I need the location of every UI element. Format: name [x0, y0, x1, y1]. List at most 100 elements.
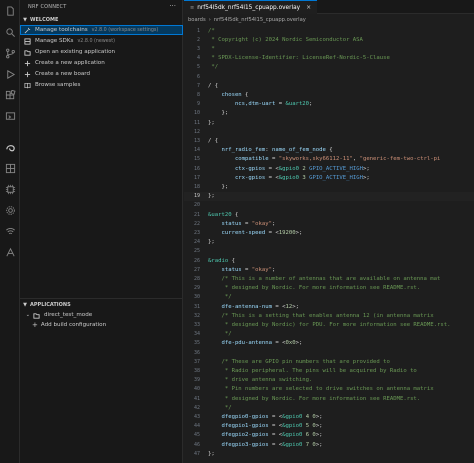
code-token: * designed by Nordic. For more informati…: [208, 395, 421, 402]
code-line[interactable]: 42 */: [184, 403, 474, 412]
chevron-down-icon: ▼: [23, 301, 27, 308]
remote-icon[interactable]: [4, 110, 16, 122]
code-line[interactable]: 40 * Pin numbers are selected to drive s…: [184, 385, 474, 394]
code-token: chosen: [208, 91, 242, 98]
manage-sdks-item[interactable]: Manage SDKs v2.8.0 (newest): [20, 36, 183, 46]
code-line[interactable]: 18 };: [184, 182, 474, 191]
code-line[interactable]: 37 /* These are GPIO pin numbers that ar…: [184, 357, 474, 366]
add-build-config-item[interactable]: + Add build configuration: [20, 320, 183, 330]
code-line[interactable]: 36: [184, 348, 474, 357]
code-line[interactable]: 19};: [184, 191, 474, 201]
code-line[interactable]: 30 */: [184, 293, 474, 302]
code-text: };: [204, 184, 228, 190]
code-line[interactable]: 10 };: [184, 109, 474, 118]
code-line[interactable]: 33 * designed by Nordic) for PDU. For mo…: [184, 320, 474, 329]
file-icon: ≡: [190, 4, 195, 11]
code-line[interactable]: 2 * Copyright (c) 2024 Nordic Semiconduc…: [184, 35, 474, 44]
code-line[interactable]: 35 dfe-pdu-antenna = <0x0>;: [184, 339, 474, 348]
code-line[interactable]: 29 * designed by Nordic. For more inform…: [184, 284, 474, 293]
code-line[interactable]: 46 dfegpio3-gpios = <&gpio0 7 0>;: [184, 440, 474, 449]
code-token: ctx-gpios: [208, 165, 266, 172]
terminal-icon[interactable]: [4, 246, 16, 258]
application-item[interactable]: ⌄ direct_test_mode: [20, 310, 183, 320]
code-line[interactable]: 9 ncs,dtm-uart = &uart20;: [184, 100, 474, 109]
code-line[interactable]: 39 * drive antenna switching.: [184, 376, 474, 385]
code-line[interactable]: 17 crx-gpios = <&gpio0 3 GPIO_ACTIVE_HIG…: [184, 173, 474, 182]
code-line[interactable]: 12: [184, 127, 474, 136]
settings-icon[interactable]: [4, 204, 16, 216]
line-number: 7: [196, 82, 200, 89]
code-line[interactable]: 8 chosen {: [184, 90, 474, 99]
line-number: 19: [193, 193, 200, 200]
line-number: 17: [193, 174, 200, 181]
code-line[interactable]: 23 current-speed = <19200>;: [184, 228, 474, 237]
code-line[interactable]: 38 * Radio peripheral. The pins will be …: [184, 366, 474, 375]
code-line[interactable]: 1 /*: [184, 26, 474, 35]
code-text: };: [204, 239, 215, 245]
code-line[interactable]: 44 dfegpio1-gpios = <&gpio0 5 0>;: [184, 422, 474, 431]
memory-icon[interactable]: [4, 183, 16, 195]
code-text: status = "okay";: [204, 267, 275, 273]
search-icon[interactable]: [4, 26, 16, 38]
more-actions-icon[interactable]: ···: [169, 2, 176, 10]
code-token: dfe-antenna-num: [208, 303, 272, 310]
code-line[interactable]: 26 &radio {: [184, 256, 474, 265]
code-token: name_of_fem_node: [272, 147, 326, 154]
line-number: 29: [193, 285, 200, 292]
manage-toolchains-label: Manage toolchains: [35, 27, 88, 33]
code-line[interactable]: 43 dfegpio0-gpios = <&gpio0 4 0>;: [184, 412, 474, 421]
code-line[interactable]: 34 */: [184, 330, 474, 339]
code-line[interactable]: 5 */: [184, 63, 474, 72]
code-token: 5 0: [302, 423, 316, 430]
explorer-icon[interactable]: [4, 5, 16, 17]
welcome-section-header[interactable]: ▼ WELCOME: [20, 15, 183, 24]
code-line[interactable]: 6: [184, 72, 474, 81]
code-line[interactable]: 24};: [184, 238, 474, 247]
code-token: * drive antenna switching.: [208, 377, 313, 384]
code-line[interactable]: 45 dfegpio2-gpios = <&gpio0 6 0>;: [184, 431, 474, 440]
code-line[interactable]: 4 * SPDX-License-Identifier: LicenseRef-…: [184, 54, 474, 63]
code-line[interactable]: 22 status = "okay";: [184, 219, 474, 228]
code-line[interactable]: 15 compatible = "skyworks,sky66112-11", …: [184, 155, 474, 164]
code-line[interactable]: 32 /* This is a setting that enables ant…: [184, 311, 474, 320]
code-text: / {: [204, 83, 218, 89]
browse-samples-item[interactable]: Browse samples: [20, 80, 183, 90]
code-line[interactable]: 11};: [184, 118, 474, 127]
code-line[interactable]: 28 /* This is a number of antennas that …: [184, 274, 474, 283]
code-line[interactable]: 27 status = "okay";: [184, 265, 474, 274]
code-line[interactable]: 13 / {: [184, 136, 474, 145]
code-line[interactable]: 14 nrf_radio_fem: name_of_fem_node {: [184, 146, 474, 155]
code-line[interactable]: 20: [184, 201, 474, 210]
applications-section-header[interactable]: ▼ APPLICATIONS: [20, 300, 183, 309]
tab-overlay-file[interactable]: ≡ nrf54l5dk_nrf54l15_cpuapp.overlay ×: [184, 0, 318, 14]
extensions-icon[interactable]: [4, 89, 16, 101]
code-line[interactable]: 21 &uart20 {: [184, 210, 474, 219]
close-icon[interactable]: ×: [306, 4, 311, 11]
create-new-app-item[interactable]: Create a new application: [20, 58, 183, 68]
nrf-connect-icon[interactable]: [4, 140, 16, 152]
code-text: current-speed = <19200>;: [204, 230, 302, 236]
code-line[interactable]: 16 ctx-gpios = <&gpio0 2 GPIO_ACTIVE_HIG…: [184, 164, 474, 173]
code-line[interactable]: 7 / {: [184, 81, 474, 90]
line-number: 16: [193, 165, 200, 172]
code-token: >;: [292, 303, 299, 310]
code-line[interactable]: 47};: [184, 449, 474, 458]
source-control-icon[interactable]: [4, 47, 16, 59]
code-line[interactable]: 31 dfe-antenna-num = <12>;: [184, 302, 474, 311]
code-line[interactable]: 3 *: [184, 44, 474, 53]
code-line[interactable]: 25: [184, 247, 474, 256]
breadcrumb-file[interactable]: nrf54l5dk_nrf54l15_cpuapp.overlay: [214, 17, 306, 23]
wifi-icon[interactable]: [4, 225, 16, 237]
devicetree-icon[interactable]: [4, 162, 16, 174]
folder-icon: [23, 48, 31, 56]
line-number: 38: [193, 367, 200, 374]
run-debug-icon[interactable]: [4, 68, 16, 80]
code-editor[interactable]: 1/* 2 * Copyright (c) 2024 Nordic Semicon…: [184, 26, 474, 463]
open-existing-app-item[interactable]: Open an existing application: [20, 47, 183, 57]
create-new-board-item[interactable]: Create a new board: [20, 69, 183, 79]
breadcrumb-boards[interactable]: boards: [188, 17, 206, 23]
code-token: >;: [315, 413, 323, 420]
manage-toolchains-item[interactable]: Manage toolchains v2.8.0 (workspace sett…: [20, 25, 183, 35]
code-token: * Pin numbers are selected to drive swit…: [208, 386, 434, 393]
code-line[interactable]: 41 * designed by Nordic. For more inform…: [184, 394, 474, 403]
